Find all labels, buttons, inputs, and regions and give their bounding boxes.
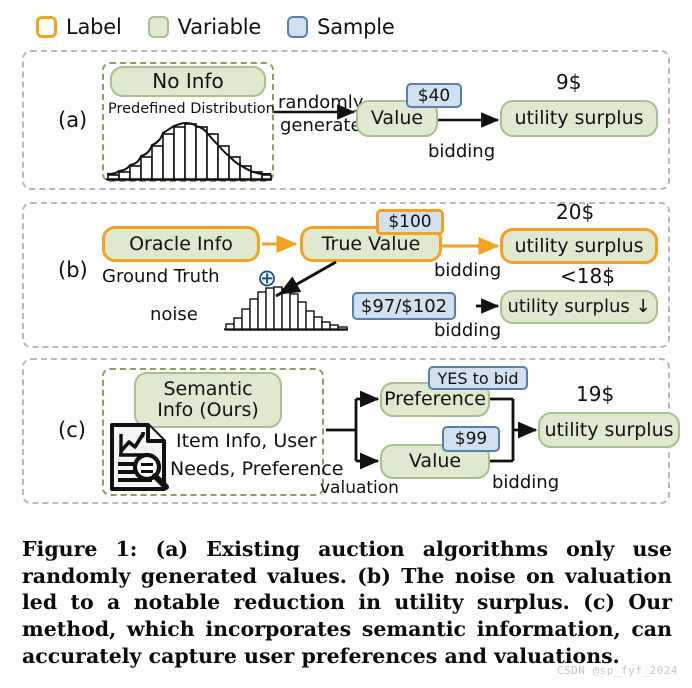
panel-c-valuation-label: valuation bbox=[320, 478, 399, 498]
figure-caption: Figure 1: (a) Existing auction algorithm… bbox=[22, 537, 672, 668]
panel-a-bidding-label: bidding bbox=[428, 141, 496, 162]
panel-b-utility-surplus-bottom-node: utility surplus ↓ bbox=[500, 290, 658, 324]
panel-b-utility-top-amount: 20$ bbox=[556, 200, 595, 224]
panel-c-bidding-label: bidding bbox=[492, 472, 560, 493]
panel-b-bidding-label-top: bidding bbox=[434, 260, 502, 281]
legend-item-label: Label bbox=[36, 15, 122, 39]
panel-a-value-badge: $40 bbox=[406, 83, 462, 108]
panel-c-tag: (c) bbox=[58, 418, 86, 442]
panel-a-arrow-label-line1: randomly bbox=[278, 92, 364, 113]
panel-b-true-value-badge: $100 bbox=[376, 209, 444, 235]
panel-a-predefined-distribution-label: Predefined Distribution bbox=[108, 101, 275, 117]
panel-b: (b) Oracle Info Ground Truth True Value … bbox=[22, 200, 670, 348]
legend-swatch-variable-icon bbox=[147, 16, 169, 38]
panel-b-plus-circle-icon: ⊕ bbox=[257, 264, 278, 292]
panel-c-desc-line1: Item Info, User bbox=[176, 430, 317, 452]
panel-a-arrow-label-line2: generate bbox=[280, 115, 362, 136]
panel-b-bidding-label-bottom: bidding bbox=[434, 320, 502, 341]
legend-variable-text: Variable bbox=[177, 15, 262, 39]
panel-a: (a) No Info Predefined Distribution rand… bbox=[22, 50, 670, 190]
panel-b-utility-surplus-top-node: utility surplus bbox=[500, 228, 658, 264]
panel-b-noise-label: noise bbox=[150, 304, 198, 325]
panel-b-tag: (b) bbox=[58, 258, 88, 282]
document-chart-search-icon bbox=[110, 423, 169, 491]
panel-c: (c) Semantic Info (Ours) Item Info, User… bbox=[22, 358, 680, 504]
panel-c-utility-amount: 19$ bbox=[576, 382, 615, 406]
panel-a-no-info-node: No Info bbox=[110, 66, 266, 97]
panel-b-oracle-info-node: Oracle Info bbox=[102, 226, 260, 262]
panel-b-ground-truth-label: Ground Truth bbox=[102, 266, 220, 287]
panel-c-preference-badge: YES to bid bbox=[428, 366, 528, 390]
legend-item-sample: Sample bbox=[287, 15, 395, 39]
legend-label-text: Label bbox=[66, 15, 122, 39]
panel-c-semantic-title-line1: Semantic bbox=[163, 378, 253, 401]
panel-b-skewed-noise-histogram bbox=[224, 286, 348, 331]
panel-a-utility-amount: 9$ bbox=[556, 70, 582, 94]
panel-a-utility-surplus-node: utility surplus bbox=[500, 100, 658, 137]
legend-sample-text: Sample bbox=[317, 15, 395, 39]
panel-c-value-badge: $99 bbox=[442, 426, 500, 452]
panel-c-desc-line2: Needs, Preference bbox=[170, 458, 344, 480]
legend-swatch-sample-icon bbox=[287, 16, 309, 38]
panel-c-semantic-info-node: Semantic Info (Ours) bbox=[134, 372, 282, 428]
panel-b-utility-bottom-amount: <18$ bbox=[560, 264, 615, 288]
legend: Label Variable Sample bbox=[36, 10, 395, 44]
panel-b-noisy-value-badge: $97/$102 bbox=[352, 292, 456, 320]
panel-c-semantic-title-line2: Info (Ours) bbox=[157, 399, 259, 421]
legend-swatch-label-icon bbox=[36, 16, 57, 38]
watermark: CSDN @sp_fyf_2024 bbox=[556, 664, 678, 677]
panel-a-tag: (a) bbox=[58, 108, 88, 132]
legend-item-variable: Variable bbox=[147, 15, 262, 39]
panel-c-utility-surplus-node: utility surplus bbox=[538, 412, 680, 448]
